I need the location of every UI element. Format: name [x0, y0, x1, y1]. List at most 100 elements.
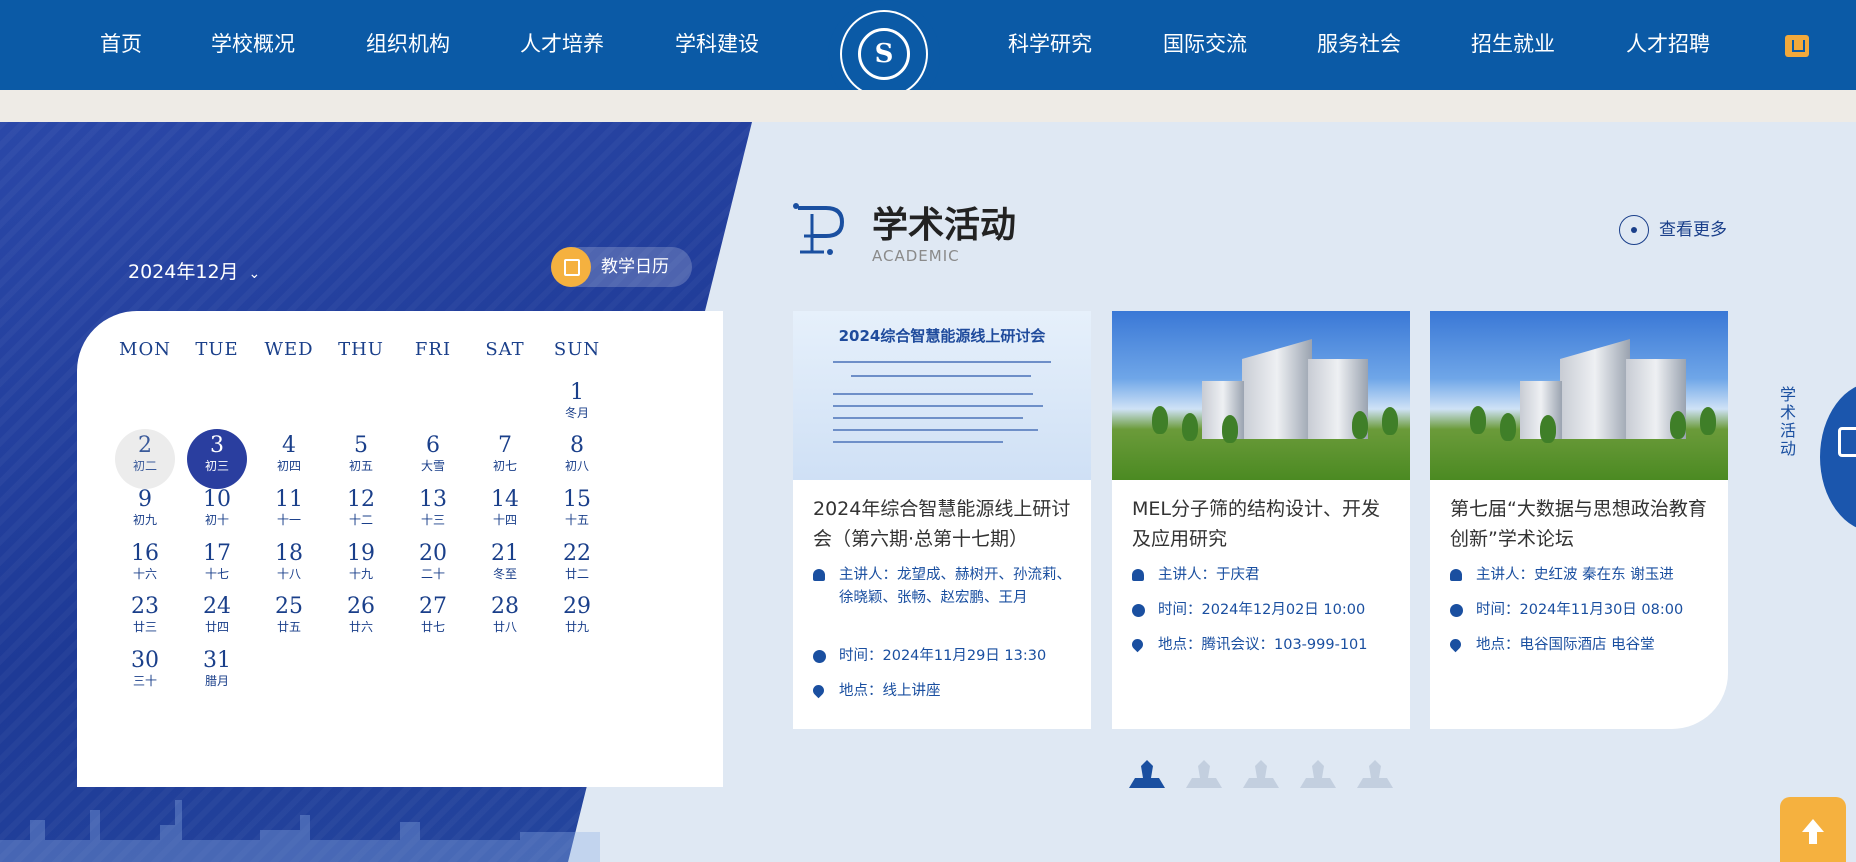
nav-item-talent-training[interactable]: 人才培养	[520, 0, 604, 90]
calendar-day[interactable]: 31 腊月	[187, 644, 247, 704]
pager-dot-5[interactable]	[1353, 756, 1397, 790]
calendar-day[interactable]: 3 初三	[187, 429, 247, 489]
calendar-day[interactable]: 28 廿八	[475, 590, 535, 650]
view-more-link[interactable]: 查看更多	[1619, 215, 1727, 245]
nav-item-social-service[interactable]: 服务社会	[1317, 0, 1401, 90]
day-number: 25	[275, 594, 303, 619]
day-number: 31	[203, 648, 231, 673]
day-number: 7	[498, 433, 512, 458]
day-number: 6	[426, 433, 440, 458]
lunar-date: 廿七	[420, 620, 445, 634]
nav-item-organization[interactable]: 组织机构	[366, 0, 450, 90]
day-number: 20	[419, 541, 447, 566]
logo-mark: S	[858, 28, 910, 80]
day-number: 3	[210, 433, 224, 458]
poster-text-line	[833, 405, 1043, 407]
calendar-day[interactable]: 8 初八	[547, 429, 607, 489]
calendar-day[interactable]: 29 廿九	[547, 590, 607, 650]
day-number: 13	[419, 487, 447, 512]
lunar-date: 二十	[420, 567, 445, 581]
clock-icon	[1132, 604, 1145, 617]
calendar-day[interactable]: 19 十九	[331, 537, 391, 597]
side-tab-label[interactable]: 学术活动	[1780, 386, 1798, 458]
month-label: 2024年12月	[128, 261, 239, 283]
event-time: 时间：2024年12月02日 10:00	[1132, 599, 1398, 622]
calendar-day[interactable]: 6 大雪	[403, 429, 463, 489]
calendar-day[interactable]: 24 廿四	[187, 590, 247, 650]
calendar-day[interactable]: 30 三十	[115, 644, 175, 704]
calendar-day[interactable]: 13 十三	[403, 483, 463, 543]
nav-item-international-exchange[interactable]: 国际交流	[1163, 0, 1247, 90]
calendar-day[interactable]: 7 初七	[475, 429, 535, 489]
lunar-date: 十七	[204, 567, 229, 581]
host-value: 于庆君	[1216, 567, 1260, 583]
city-skyline-decoration	[0, 800, 600, 862]
day-number: 27	[419, 594, 447, 619]
event-card[interactable]: 2024综合智慧能源线上研讨会 2024年综合智慧能源线上研讨会（第六期·总第十…	[793, 311, 1091, 729]
lunar-date: 廿三	[132, 620, 157, 634]
logo-emblem: S	[840, 10, 928, 98]
calendar-day[interactable]: 17 十七	[187, 537, 247, 597]
calendar-day[interactable]: 18 十八	[259, 537, 319, 597]
calendar-day[interactable]: 9 初九	[115, 483, 175, 543]
day-number: 10	[203, 487, 231, 512]
tree-shape	[1470, 406, 1486, 434]
time-label: 时间：	[1158, 602, 1202, 618]
calendar-day[interactable]: 20 二十	[403, 537, 463, 597]
pager-dot-2[interactable]	[1182, 756, 1226, 790]
place-value: 腾讯会议：103-999-101	[1201, 637, 1368, 653]
calendar-day[interactable]: 12 十二	[331, 483, 391, 543]
clock-icon	[813, 650, 826, 663]
lunar-date: 十六	[132, 567, 157, 581]
building-shape	[1560, 339, 1630, 439]
event-title: 2024年综合智慧能源线上研讨会（第六期·总第十七期）	[813, 498, 1071, 550]
nav-item-recruitment[interactable]: 人才招聘	[1626, 0, 1710, 90]
day-number: 4	[282, 433, 296, 458]
section-subtitle: ACADEMIC	[872, 247, 960, 265]
back-to-top-button[interactable]	[1780, 797, 1846, 862]
calendar-day[interactable]: 23 廿三	[115, 590, 175, 650]
calendar-day[interactable]: 11 十一	[259, 483, 319, 543]
teaching-calendar-button[interactable]: 教学日历	[551, 247, 692, 287]
event-card[interactable]: 第七届“大数据与思想政治教育创新”学术论坛 主讲人：史红波 秦在东 谢玉进 时间…	[1430, 311, 1728, 729]
month-selector[interactable]: 2024年12月 ⌄	[128, 257, 260, 284]
lunar-date: 腊月	[204, 674, 229, 688]
calendar-day[interactable]: 1 冬月	[547, 376, 607, 436]
day-number: 16	[131, 541, 159, 566]
calendar-day[interactable]: 2 初二	[115, 429, 175, 489]
calendar-book-icon[interactable]	[1785, 35, 1809, 57]
tree-shape	[1222, 415, 1238, 443]
poster-text-line	[833, 429, 1038, 431]
place-label: 地点：	[839, 683, 883, 699]
calendar-day[interactable]: 22 廿二	[547, 537, 607, 597]
lunar-date: 廿六	[348, 620, 373, 634]
calendar-day[interactable]: 5 初五	[331, 429, 391, 489]
calendar-day[interactable]: 21 冬至	[475, 537, 535, 597]
time-label: 时间：	[1476, 602, 1520, 618]
pager-dot-3[interactable]	[1239, 756, 1283, 790]
event-host: 主讲人：史红波 秦在东 谢玉进	[1450, 564, 1716, 587]
lunar-date: 初五	[348, 459, 373, 473]
lunar-date: 初二	[132, 459, 157, 473]
nav-item-school-overview[interactable]: 学校概况	[211, 0, 295, 90]
poster-title: 2024综合智慧能源线上研讨会	[838, 327, 1046, 345]
calendar-day[interactable]: 15 十五	[547, 483, 607, 543]
nav-item-scientific-research[interactable]: 科学研究	[1008, 0, 1092, 90]
event-card[interactable]: MEL分子筛的结构设计、开发及应用研究 主讲人：于庆君 时间：2024年12月0…	[1112, 311, 1410, 729]
day-number: 30	[131, 648, 159, 673]
calendar-day[interactable]: 16 十六	[115, 537, 175, 597]
calendar-day[interactable]: 25 廿五	[259, 590, 319, 650]
calendar-day[interactable]: 14 十四	[475, 483, 535, 543]
calendar-icon	[551, 247, 591, 287]
pager-dot-4[interactable]	[1296, 756, 1340, 790]
calendar-day[interactable]: 27 廿七	[403, 590, 463, 650]
pager-dot-1[interactable]	[1125, 756, 1169, 790]
nav-item-admission-employment[interactable]: 招生就业	[1471, 0, 1555, 90]
nav-item-home[interactable]: 首页	[100, 0, 142, 90]
event-poster-image: 2024综合智慧能源线上研讨会	[793, 311, 1091, 480]
day-number: 29	[563, 594, 591, 619]
calendar-day[interactable]: 26 廿六	[331, 590, 391, 650]
nav-item-discipline-construction[interactable]: 学科建设	[675, 0, 759, 90]
calendar-day[interactable]: 10 初十	[187, 483, 247, 543]
calendar-day[interactable]: 4 初四	[259, 429, 319, 489]
